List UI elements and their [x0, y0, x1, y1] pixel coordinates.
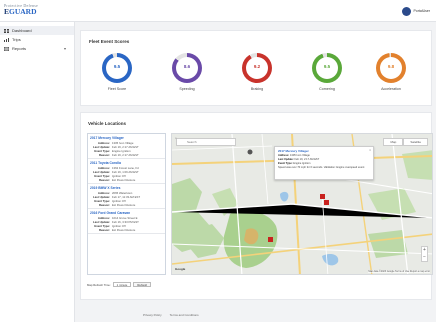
- gauge-value: 9.5: [113, 64, 121, 69]
- logo-wordmark: EGUARD: [4, 8, 52, 16]
- gauge-ring: 9.8: [376, 53, 406, 83]
- reason-key: Reason:: [98, 153, 110, 157]
- terms-link[interactable]: Terms and Conditions: [170, 313, 199, 317]
- sidebar-item-trips[interactable]: Trips: [0, 35, 74, 44]
- bar-chart-icon: [4, 37, 9, 42]
- gauge-label: Fleet Score: [107, 87, 127, 91]
- close-icon[interactable]: ×: [369, 148, 371, 152]
- gauge-braking: 9.2 Braking: [237, 53, 277, 91]
- gauge-label: Braking: [250, 87, 264, 91]
- fleet-scores-card: Fleet Event Scores 9.5 Fleet Score 8.6 S…: [80, 30, 432, 106]
- google-logo: Google: [175, 267, 186, 271]
- zoom-control: + −: [421, 246, 428, 262]
- sidebar-item-label: Trips: [12, 37, 21, 42]
- gauge-cornering: 9.5 Cornering: [307, 53, 347, 91]
- reason-key: Reason:: [98, 228, 110, 232]
- gauge-acceleration: 9.8 Acceleration: [371, 53, 411, 91]
- refresh-label: Map Refresh Time:: [87, 282, 111, 287]
- gauge-ring: 9.5: [102, 53, 132, 83]
- reason-key: Reason:: [98, 203, 110, 207]
- sidebar: Dashboard Trips Reports ▾: [0, 22, 75, 322]
- zoom-in-button[interactable]: +: [422, 247, 427, 254]
- map-refresh-controls: Map Refresh Time: 1 minute Refresh: [87, 282, 152, 287]
- reason-value: Ext Power Restore: [112, 178, 136, 182]
- map-search-input[interactable]: Search: [176, 138, 236, 146]
- user-menu[interactable]: PortalUser: [402, 6, 430, 16]
- gauge-label: Cornering: [319, 87, 335, 91]
- top-bar: Protective Defense EGUARD PortalUser: [0, 0, 436, 22]
- list-item[interactable]: 2016 Ford Grand Caravan Address: 1014 Gro…: [88, 209, 165, 234]
- vehicle-name[interactable]: 2019 BMW X Series: [90, 186, 163, 190]
- footer: Privacy Policy Terms and Conditions: [143, 313, 199, 317]
- document-icon: [4, 46, 9, 51]
- reason-value: Ext Power Restore: [112, 228, 136, 232]
- list-item[interactable]: 2011 Toyota Corolla Address: 1362 Forest …: [88, 159, 165, 184]
- list-item[interactable]: 2017 Mercury Villager Address: 1305 Ivon …: [88, 134, 165, 159]
- zoom-out-button[interactable]: −: [422, 254, 427, 261]
- reason-value: Feb 19, 2:17 AM EST: [112, 153, 139, 157]
- gauge-speeding: 8.6 Speeding: [167, 53, 207, 91]
- gauge-label: Acceleration: [381, 87, 401, 91]
- popup-note: Speed was over 70 mph for 6 seconds. Val…: [278, 166, 365, 169]
- sidebar-item-reports[interactable]: Reports ▾: [0, 44, 74, 53]
- grid-icon: [4, 28, 9, 33]
- avatar: [402, 6, 412, 16]
- gauge-label: Speeding: [179, 87, 195, 91]
- refresh-button[interactable]: Refresh: [133, 282, 152, 287]
- popup-update-key: Last Update:: [278, 158, 294, 161]
- popup-update-value: Feb 19, 2:17 AM EST: [294, 158, 320, 161]
- logo-guard: GUARD: [9, 7, 37, 16]
- user-name: PortalUser: [413, 9, 430, 13]
- search-icon: ⌕: [175, 136, 177, 140]
- sidebar-item-label: Reports: [12, 46, 27, 51]
- gauge-value: 9.2: [253, 64, 261, 69]
- vehicle-name[interactable]: 2016 Ford Grand Caravan: [90, 211, 163, 215]
- satellite-view-button[interactable]: Satellite: [403, 138, 428, 146]
- vehicle-info-window: × 2017 Mercury Villager Address: 1305 Iv…: [274, 146, 374, 180]
- refresh-interval-select[interactable]: 1 minute: [112, 282, 132, 287]
- popup-event-value: Engine Ignition: [293, 162, 311, 165]
- gauge-ring: 8.6: [172, 53, 202, 83]
- vehicle-name[interactable]: 2011 Toyota Corolla: [90, 161, 163, 165]
- popup-address-key: Address:: [278, 154, 290, 157]
- list-item[interactable]: 2019 BMW X Series Address: 2065 Watertown…: [88, 184, 165, 209]
- vehicle-name[interactable]: 2017 Mercury Villager: [90, 136, 163, 140]
- popup-address-value: 1305 Ivon Village: [289, 154, 310, 157]
- popup-title: 2017 Mercury Villager: [278, 149, 309, 153]
- gauge-value: 9.8: [387, 64, 395, 69]
- sidebar-item-dashboard[interactable]: Dashboard: [0, 26, 74, 35]
- gauge-fleet-score: 9.5 Fleet Score: [97, 53, 137, 91]
- gauge-value: 8.6: [183, 64, 191, 69]
- fleet-scores-title: Fleet Event Scores: [89, 39, 130, 44]
- chevron-down-icon: ▾: [63, 46, 66, 51]
- map-type-control: Map Satellite: [383, 138, 428, 146]
- vehicle-map[interactable]: Search ⌕ Map Satellite × 2017 Mercury Vi…: [171, 133, 433, 275]
- popup-event-key: Event Type:: [278, 162, 293, 165]
- vehicle-locations-title: Vehicle Locations: [88, 121, 127, 126]
- reason-value: Ext Power Restore: [112, 203, 136, 207]
- sidebar-item-label: Dashboard: [12, 28, 32, 33]
- gauge-value: 9.5: [323, 64, 331, 69]
- gauge-ring: 9.5: [312, 53, 342, 83]
- vehicle-list[interactable]: 2017 Mercury Villager Address: 1305 Ivon …: [87, 133, 166, 275]
- map-attribution[interactable]: Map data ©2023 Google Terms of Use Repor…: [368, 270, 430, 273]
- gauge-ring: 9.2: [242, 53, 272, 83]
- reason-key: Reason:: [98, 178, 110, 182]
- eguard-logo[interactable]: Protective Defense EGUARD: [4, 3, 52, 19]
- privacy-policy-link[interactable]: Privacy Policy: [143, 313, 162, 317]
- map-view-button[interactable]: Map: [383, 138, 404, 146]
